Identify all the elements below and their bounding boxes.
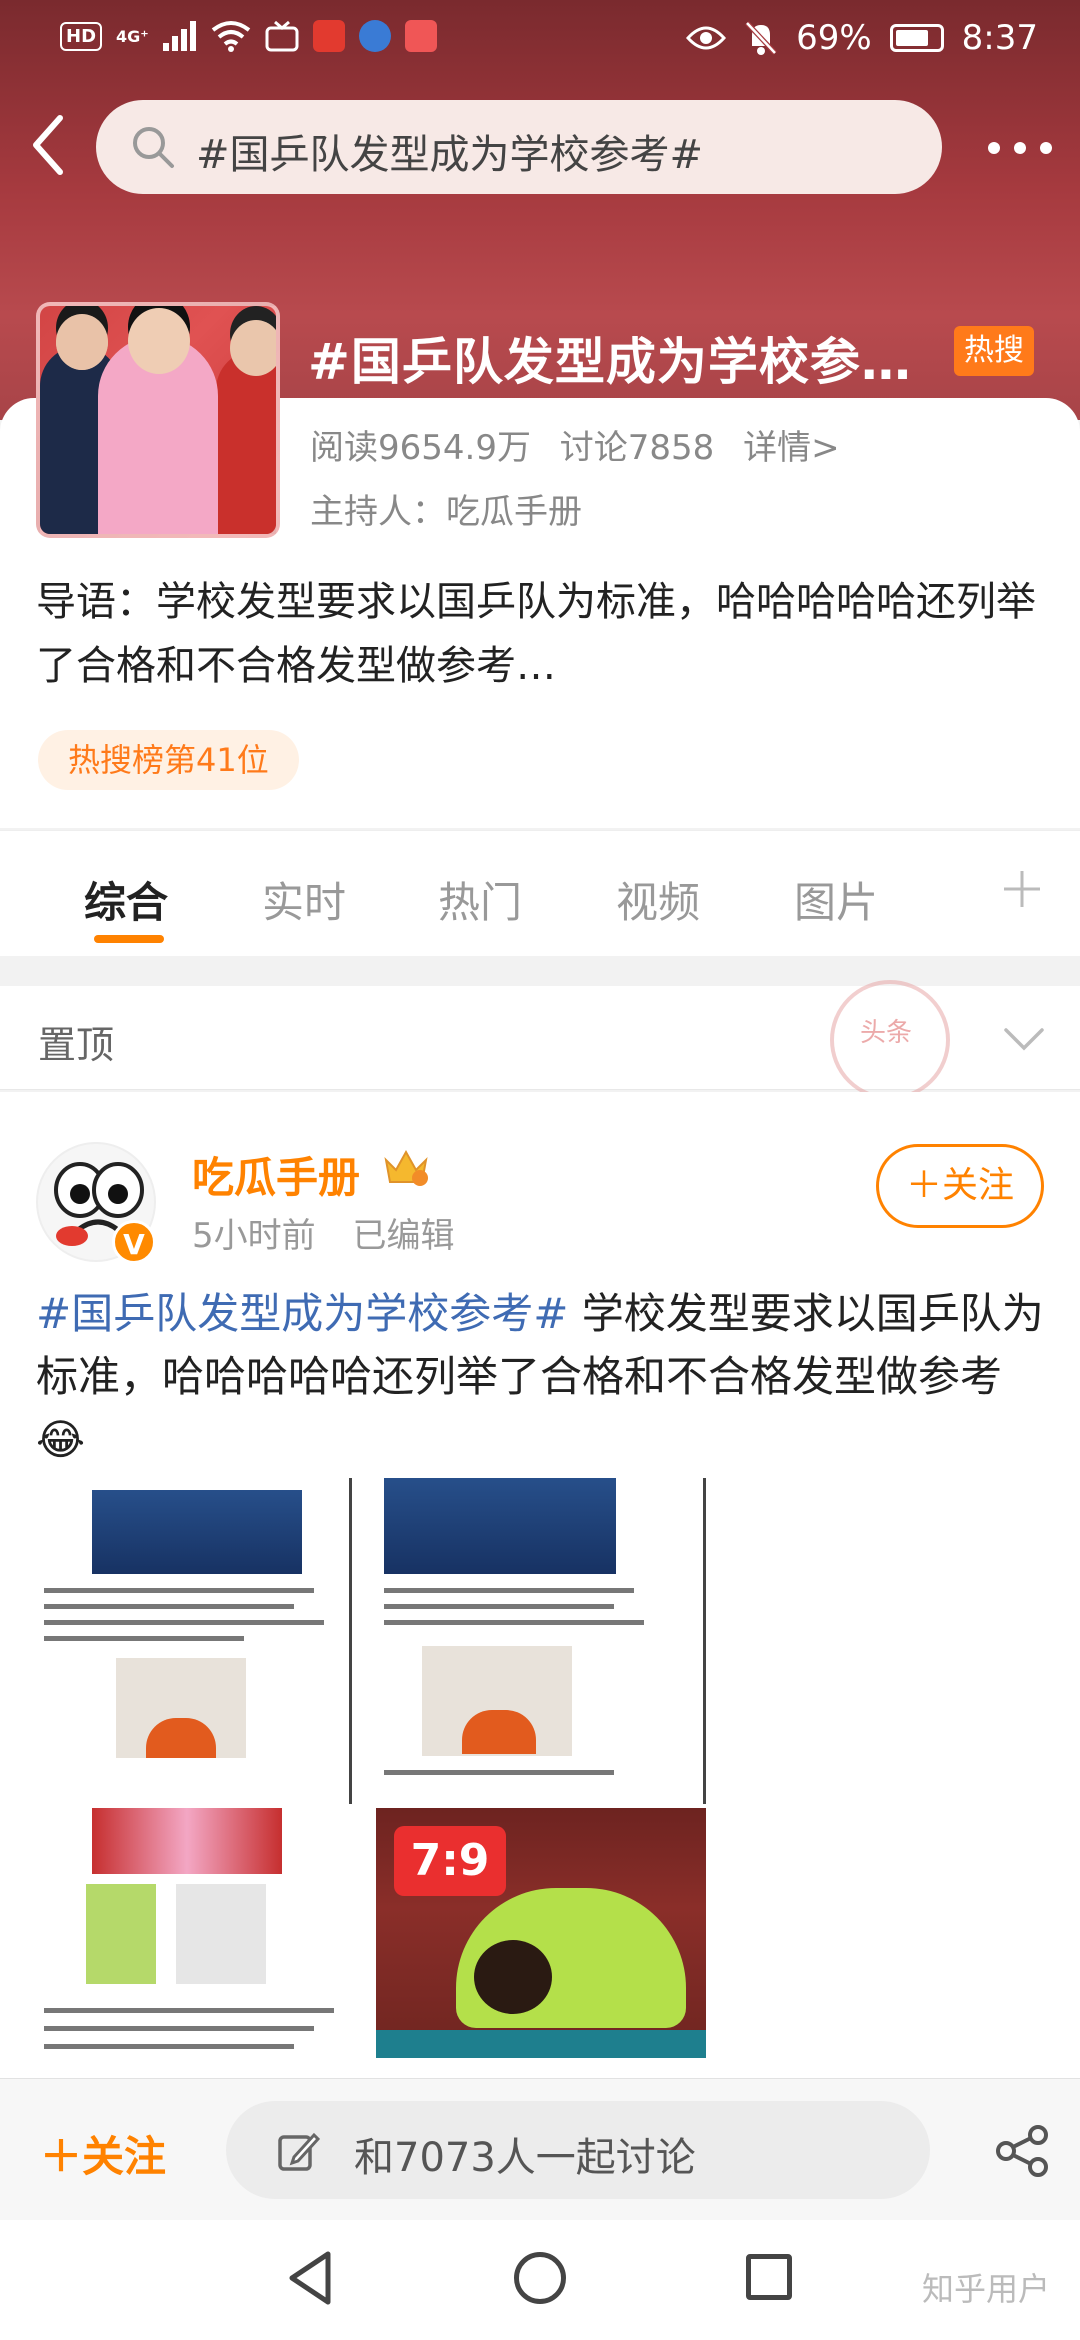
post-image-grid: 7:9 [36, 1478, 1046, 2062]
text-line [44, 1620, 324, 1625]
signal-icon [162, 21, 196, 51]
status-bar: HD 4G⁺ 69% 8:37 [0, 0, 1080, 80]
discussion-placeholder: 和7073人一起讨论 [354, 2135, 696, 2181]
player-head [474, 1940, 552, 2014]
battery-icon [889, 24, 944, 52]
share-icon[interactable] [994, 2123, 1050, 2179]
tab-images[interactable]: 图片 [794, 869, 878, 930]
player-head [230, 320, 276, 376]
active-tab-indicator [94, 935, 164, 943]
tab-bar: 综合 实时 热门 视频 图片 [0, 830, 1080, 956]
bottom-follow-button[interactable]: ＋关注 [40, 2123, 166, 2184]
score-label: 7:9 [394, 1826, 506, 1896]
text-line [44, 2008, 334, 2013]
hot-rank-badge[interactable]: 热搜榜第41位 [38, 730, 299, 790]
post-body: #国乒队发型成为学校参考# 学校发型要求以国乒队为标准，哈哈哈哈哈还列举了合格和… [36, 1282, 1046, 1471]
bulb-app-icon [358, 20, 391, 52]
tab-comprehensive[interactable]: 综合 [84, 869, 168, 930]
tab-popular[interactable]: 热门 [438, 869, 522, 930]
bottom-action-bar: ＋关注 和7073人一起讨论 [0, 2078, 1080, 2220]
plus-icon[interactable] [1000, 867, 1044, 911]
more-dot-icon [1014, 142, 1026, 154]
post-image[interactable] [36, 1478, 352, 1804]
more-dot-icon [1040, 142, 1052, 154]
text-line [384, 1620, 644, 1625]
clock: 8:37 [961, 18, 1038, 58]
player-head [128, 308, 190, 374]
tab-video[interactable]: 视频 [616, 869, 700, 930]
text-line [384, 1604, 614, 1609]
edit-icon [278, 2132, 320, 2171]
status-left: HD 4G⁺ [60, 20, 437, 52]
app-notification-icon [312, 20, 345, 52]
nav-recents-icon[interactable] [746, 2254, 792, 2300]
watermark: 知乎用户 [921, 2270, 1050, 2308]
mute-bell-icon [745, 21, 777, 55]
hot-badge: 热搜 [954, 326, 1034, 376]
text-line [384, 1588, 634, 1593]
topic-host: 主持人：吃瓜手册 [310, 492, 582, 532]
wifi-icon [211, 21, 250, 52]
topic-stats: 阅读9654.9万 讨论7858 详情> [310, 420, 858, 469]
stamp-text: 头条 [860, 1018, 913, 1048]
hair-accessory-photo [176, 1884, 266, 1984]
tab-realtime[interactable]: 实时 [262, 869, 346, 930]
edited-label: 已编辑 [352, 1216, 455, 1256]
status-right: 69% 8:37 [686, 18, 1038, 58]
post-meta: 5小时前 已编辑 [192, 1208, 480, 1257]
player-head [56, 314, 108, 370]
hd-icon: HD [60, 21, 103, 51]
search-input[interactable]: #国乒队发型成为学校参考# [96, 100, 942, 194]
player-photo [86, 1884, 156, 1984]
topic-intro[interactable]: 导语：学校发型要求以国乒队为标准，哈哈哈哈哈还列举了合格和不合格发型做参考… [36, 570, 1046, 698]
post-card: V 吃瓜手册 5小时前 已编辑 ＋关注 #国乒队发型成为学校参考# 学校发型要求… [0, 1092, 1080, 2092]
discussion-count: 讨论7858 [559, 428, 715, 468]
jersey-shape [462, 1710, 536, 1754]
system-nav-bar: 知乎用户 [0, 2220, 1080, 2340]
more-options-button[interactable] [988, 128, 1052, 168]
network-type-label: 4G⁺ [116, 26, 149, 46]
text-line [44, 1588, 314, 1593]
topic-title: #国乒队发型成为学校参… [308, 333, 912, 391]
team-photo [92, 1490, 302, 1574]
player-figure [216, 350, 276, 534]
pinned-label: 置顶 [38, 1023, 115, 1067]
discussion-input[interactable]: 和7073人一起讨论 [226, 2101, 930, 2199]
text-line [44, 1604, 294, 1609]
battery-percent: 69% [796, 18, 872, 58]
more-dot-icon [988, 142, 1000, 154]
text-line [44, 2044, 294, 2049]
app-screen: HD 4G⁺ 69% 8:37 #国乒队发型成为学校参考# #国乒队发型成为学校… [0, 0, 1080, 2340]
headline-stamp-icon: 头条 [830, 980, 950, 1100]
eye-icon [686, 26, 727, 50]
chevron-down-icon[interactable] [1002, 1018, 1046, 1058]
table-surface [376, 2030, 706, 2058]
read-count: 阅读9654.9万 [310, 428, 531, 468]
post-time: 5小时前 [192, 1216, 316, 1256]
details-link[interactable]: 详情> [743, 428, 840, 468]
author-name[interactable]: 吃瓜手册 [192, 1144, 360, 1205]
hashtag-link[interactable]: #国乒队发型成为学校参考# [36, 1289, 568, 1338]
team-photo [92, 1808, 282, 1874]
back-arrow-icon[interactable] [24, 110, 74, 180]
text-line [384, 1770, 614, 1775]
nav-home-icon[interactable] [514, 2252, 566, 2304]
nav-back-icon[interactable] [284, 2248, 336, 2308]
post-image[interactable] [366, 1478, 706, 1804]
team-photo [384, 1478, 616, 1574]
crown-icon [384, 1149, 428, 1186]
pinned-header[interactable]: 置顶 头条 [0, 980, 1080, 1100]
text-line [44, 2026, 314, 2031]
post-image[interactable] [36, 1808, 366, 2062]
verified-badge: V [112, 1220, 156, 1264]
search-icon [133, 127, 174, 168]
book-app-icon [404, 20, 437, 52]
tv-icon [265, 20, 299, 52]
topic-cover-image [36, 302, 280, 538]
follow-button[interactable]: ＋关注 [876, 1144, 1044, 1228]
text-line [44, 1636, 244, 1641]
search-query-text: #国乒队发型成为学校参考# [196, 132, 704, 178]
match-photo[interactable]: 7:9 [376, 1808, 706, 2058]
